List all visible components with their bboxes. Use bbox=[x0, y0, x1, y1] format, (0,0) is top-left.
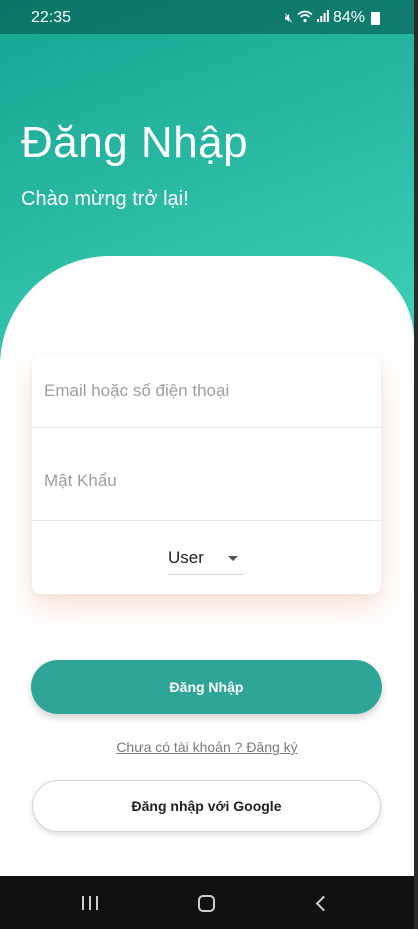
mute-icon: 🔇︎ bbox=[284, 10, 293, 25]
role-dropdown-value: User bbox=[168, 548, 204, 567]
status-icons: 🔇︎ 84% bbox=[285, 9, 380, 27]
email-input[interactable] bbox=[42, 380, 346, 402]
status-time: 22:35 bbox=[31, 9, 72, 26]
phone-screen: 22:35 🔇︎ 84% Đăng Nhập Chào mừng trở lại… bbox=[0, 0, 414, 929]
recent-apps-icon[interactable] bbox=[82, 896, 98, 910]
password-field-row bbox=[32, 428, 381, 521]
signal-icon bbox=[316, 10, 329, 26]
page-subtitle: Chào mừng trở lại! bbox=[21, 188, 189, 210]
page-title: Đăng Nhập bbox=[21, 118, 249, 167]
recent-apps-bar bbox=[96, 896, 98, 910]
role-dropdown[interactable]: User bbox=[168, 544, 244, 575]
home-icon[interactable] bbox=[198, 895, 215, 912]
login-button[interactable]: Đăng Nhập bbox=[31, 660, 382, 714]
battery-icon bbox=[371, 11, 380, 25]
back-icon[interactable] bbox=[315, 895, 332, 912]
login-form-card: User bbox=[32, 354, 381, 594]
google-login-button[interactable]: Đăng nhập với Google bbox=[32, 780, 381, 832]
caret-down-icon bbox=[228, 556, 238, 561]
battery-percent: 84% bbox=[332, 9, 365, 26]
system-nav-bar bbox=[0, 876, 414, 929]
register-link[interactable]: Chưa có tài khoản ? Đăng ký bbox=[0, 739, 414, 755]
email-field-row bbox=[32, 354, 381, 428]
password-input[interactable] bbox=[42, 470, 346, 492]
status-bar: 22:35 🔇︎ 84% bbox=[0, 0, 414, 34]
recent-apps-bar bbox=[82, 896, 84, 910]
wifi-icon bbox=[297, 10, 313, 27]
recent-apps-bar bbox=[89, 896, 91, 910]
